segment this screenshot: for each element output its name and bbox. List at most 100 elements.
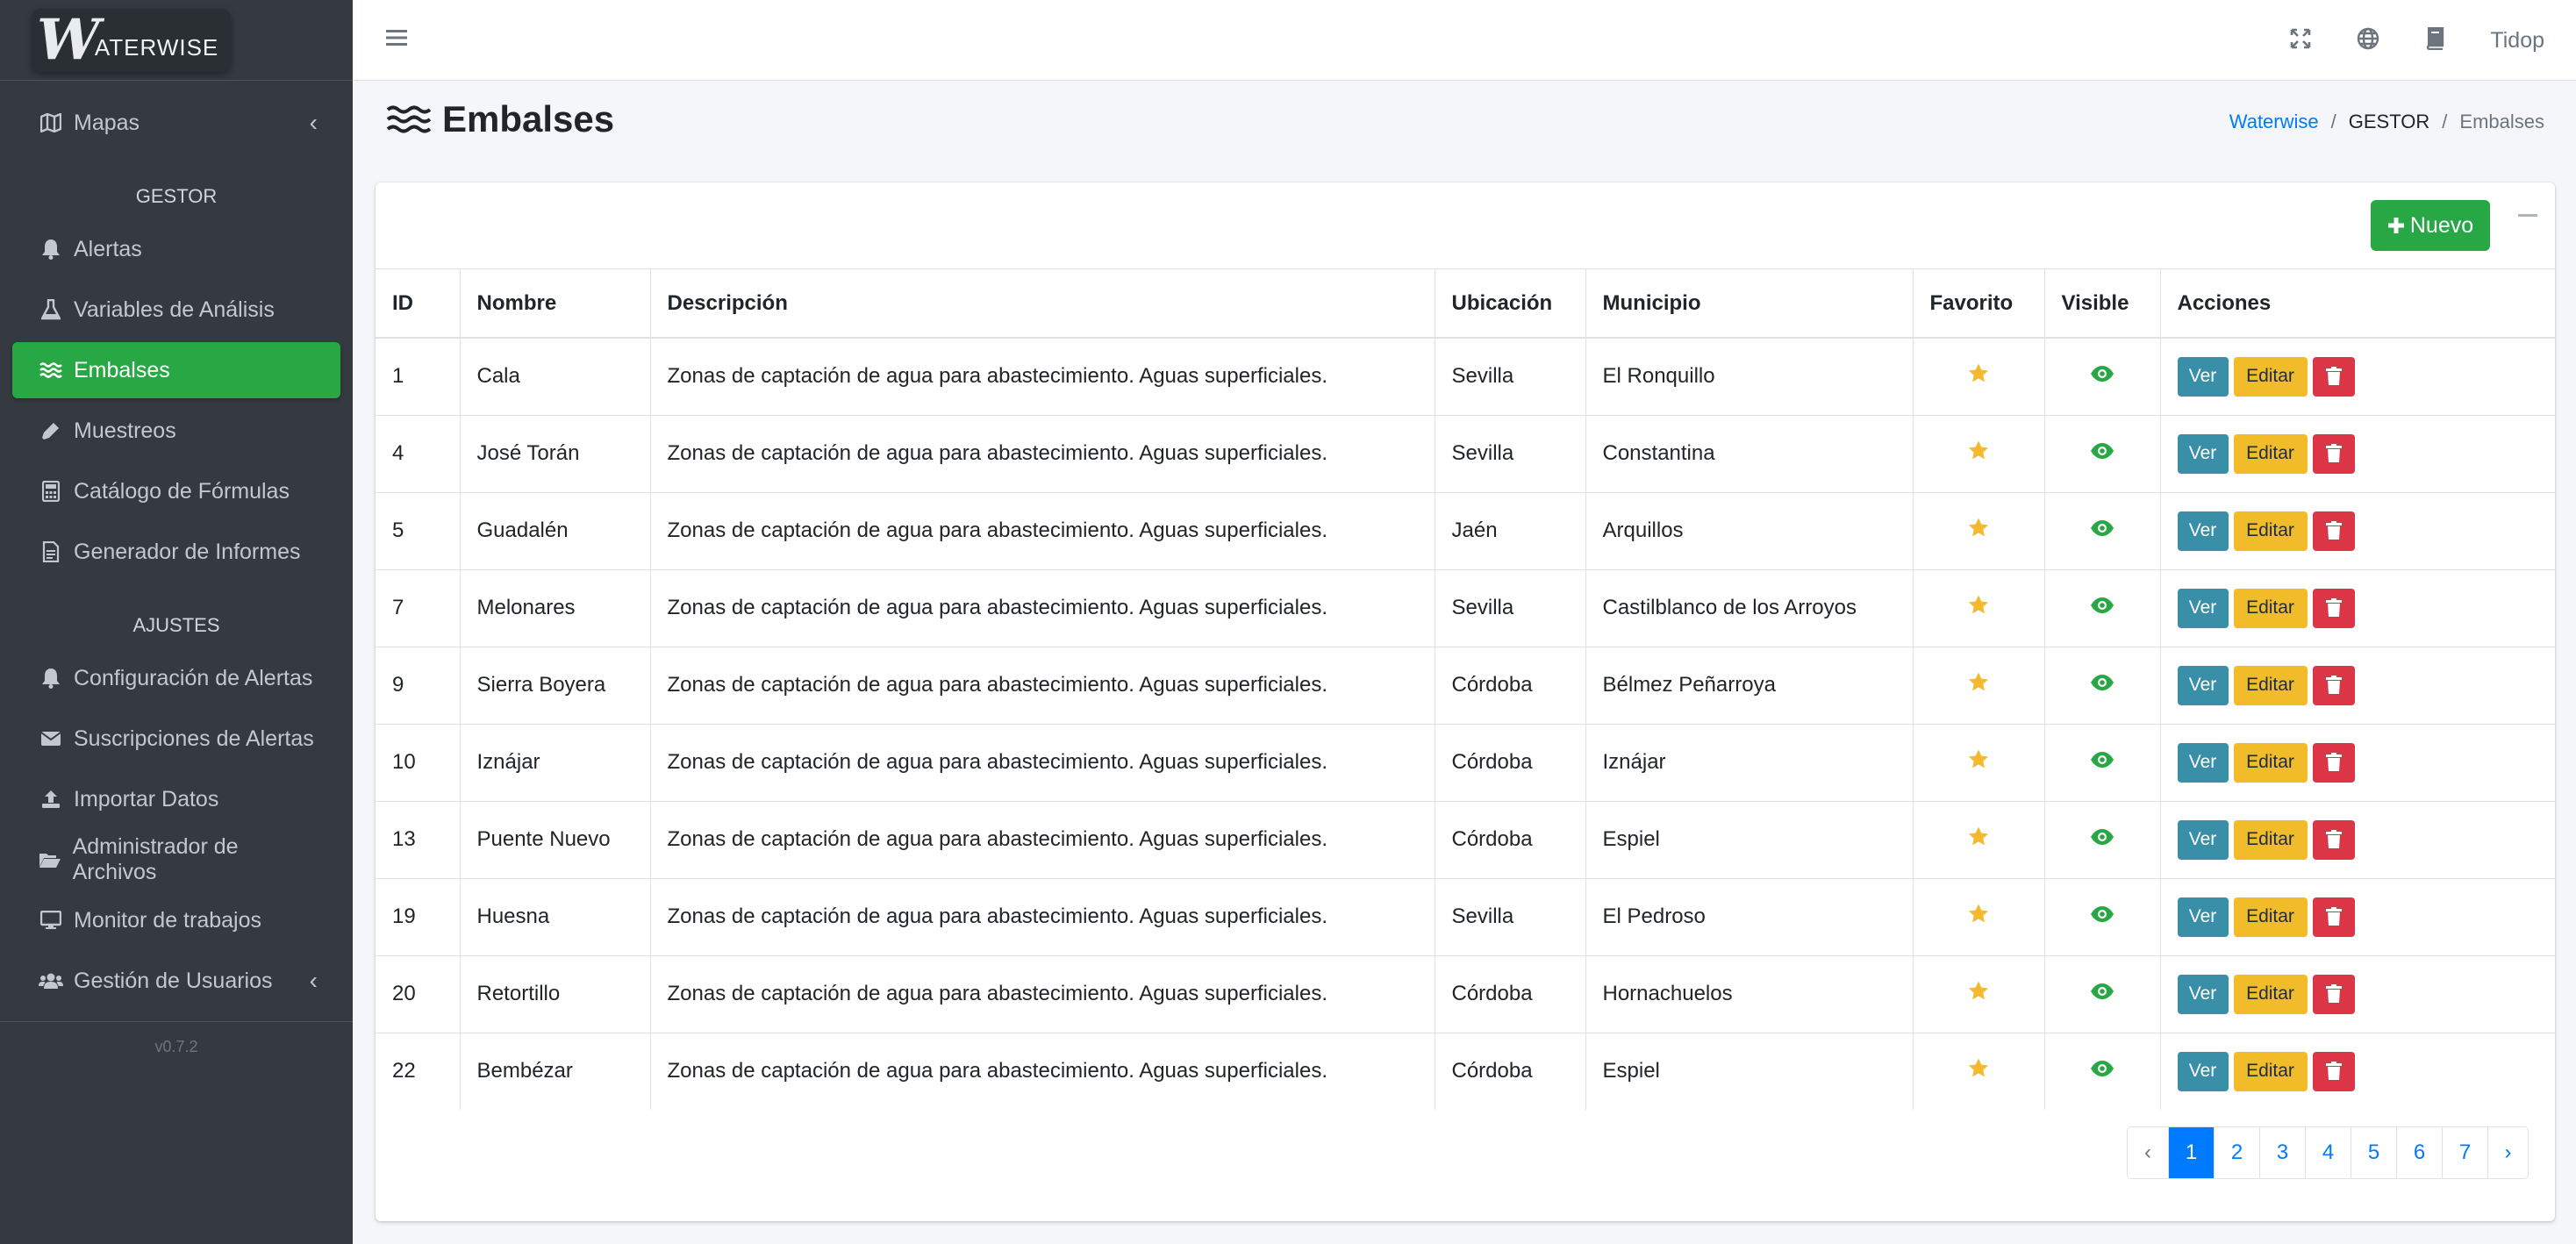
hamburger-menu-icon[interactable] xyxy=(386,29,409,51)
eye-icon[interactable] xyxy=(2090,596,2114,619)
sidebar-item-muestreos[interactable]: Muestreos xyxy=(12,403,340,459)
eye-icon[interactable] xyxy=(2090,982,2114,1005)
pagination-page-1[interactable]: 1 xyxy=(2168,1127,2214,1178)
eye-icon[interactable] xyxy=(2090,750,2114,774)
column-header-descripcion[interactable]: Descripción xyxy=(650,269,1435,339)
delete-button[interactable] xyxy=(2312,819,2355,860)
delete-button[interactable] xyxy=(2312,433,2355,474)
view-button[interactable]: Ver xyxy=(2177,1051,2229,1091)
edit-button[interactable]: Editar xyxy=(2233,742,2308,783)
cell-favorito xyxy=(1913,723,2045,801)
embalses-card: Nuevo ID Nombre Descripción Ubicación Mu… xyxy=(376,182,2555,1221)
edit-button[interactable]: Editar xyxy=(2233,511,2308,551)
globe-icon[interactable] xyxy=(2357,27,2379,54)
delete-button[interactable] xyxy=(2312,356,2355,397)
sidebar: W ATERWISE Mapas ‹ GESTOR Alertas Variabl… xyxy=(0,0,353,1244)
delete-button[interactable] xyxy=(2312,974,2355,1014)
delete-button[interactable] xyxy=(2312,665,2355,705)
star-icon[interactable] xyxy=(1967,981,1990,1008)
delete-button[interactable] xyxy=(2312,588,2355,628)
sidebar-item-variables-de-analisis[interactable]: Variables de Análisis xyxy=(12,282,340,338)
edit-button[interactable]: Editar xyxy=(2233,356,2308,397)
edit-button[interactable]: Editar xyxy=(2233,1051,2308,1091)
row-actions: Ver Editar xyxy=(2177,974,2539,1014)
view-button[interactable]: Ver xyxy=(2177,511,2229,551)
sidebar-item-embalses[interactable]: Embalses xyxy=(12,342,340,398)
sidebar-item-label: Variables de Análisis xyxy=(74,297,275,322)
edit-button[interactable]: Editar xyxy=(2233,819,2308,860)
eye-icon[interactable] xyxy=(2090,673,2114,697)
view-button[interactable]: Ver xyxy=(2177,897,2229,937)
column-header-municipio[interactable]: Municipio xyxy=(1585,269,1914,339)
pagination: ‹ 1 2 3 4 5 6 7 › xyxy=(2127,1126,2529,1179)
eye-icon[interactable] xyxy=(2090,518,2114,542)
ajustes-menu: Configuración de Alertas Suscripciones de… xyxy=(0,650,353,1009)
sidebar-item-gestion-de-usuarios[interactable]: Gestión de Usuarios ‹ xyxy=(12,953,340,1009)
delete-button[interactable] xyxy=(2312,1051,2355,1091)
star-icon[interactable] xyxy=(1967,518,1990,545)
edit-button[interactable]: Editar xyxy=(2233,665,2308,705)
sidebar-item-generador-de-informes[interactable]: Generador de Informes xyxy=(12,524,340,580)
star-icon[interactable] xyxy=(1967,440,1990,468)
cell-acciones: Ver Editar xyxy=(2160,954,2555,1033)
edit-button[interactable]: Editar xyxy=(2233,897,2308,937)
sidebar-item-mapas[interactable]: Mapas ‹ xyxy=(12,95,340,151)
view-button[interactable]: Ver xyxy=(2177,742,2229,783)
delete-button[interactable] xyxy=(2312,897,2355,937)
pagination-page-2[interactable]: 2 xyxy=(2214,1127,2259,1178)
star-icon[interactable] xyxy=(1967,672,1990,699)
sidebar-item-alertas[interactable]: Alertas xyxy=(12,221,340,277)
edit-button[interactable]: Editar xyxy=(2233,588,2308,628)
eye-icon[interactable] xyxy=(2090,364,2114,388)
eye-icon[interactable] xyxy=(2090,827,2114,851)
star-icon[interactable] xyxy=(1967,595,1990,622)
edit-button[interactable]: Editar xyxy=(2233,433,2308,474)
view-button[interactable]: Ver xyxy=(2177,665,2229,705)
new-button[interactable]: Nuevo xyxy=(2371,200,2490,251)
pagination-page-7[interactable]: 7 xyxy=(2442,1127,2487,1178)
row-actions: Ver Editar xyxy=(2177,742,2539,783)
delete-button[interactable] xyxy=(2312,511,2355,551)
star-icon[interactable] xyxy=(1967,904,1990,931)
fullscreen-icon[interactable] xyxy=(2290,28,2311,54)
collapse-card-button[interactable] xyxy=(2518,214,2537,217)
eye-icon[interactable] xyxy=(2090,904,2114,928)
column-header-visible[interactable]: Visible xyxy=(2044,269,2161,339)
sidebar-item-importar-datos[interactable]: Importar Datos xyxy=(12,771,340,827)
star-icon[interactable] xyxy=(1967,1058,1990,1085)
pagination-next[interactable]: › xyxy=(2487,1127,2528,1178)
view-button[interactable]: Ver xyxy=(2177,356,2229,397)
sidebar-item-suscripciones-de-alertas[interactable]: Suscripciones de Alertas xyxy=(12,711,340,767)
view-button[interactable]: Ver xyxy=(2177,819,2229,860)
view-button[interactable]: Ver xyxy=(2177,974,2229,1014)
column-header-nombre[interactable]: Nombre xyxy=(460,269,651,339)
pagination-page-3[interactable]: 3 xyxy=(2259,1127,2305,1178)
book-icon[interactable] xyxy=(2425,26,2444,54)
column-header-favorito[interactable]: Favorito xyxy=(1913,269,2045,339)
pagination-page-5[interactable]: 5 xyxy=(2351,1127,2396,1178)
sidebar-item-monitor-de-trabajos[interactable]: Monitor de trabajos xyxy=(12,892,340,948)
pagination-page-6[interactable]: 6 xyxy=(2396,1127,2442,1178)
eye-icon[interactable] xyxy=(2090,1059,2114,1083)
delete-button[interactable] xyxy=(2312,742,2355,783)
star-icon[interactable] xyxy=(1967,363,1990,390)
edit-button[interactable]: Editar xyxy=(2233,974,2308,1014)
star-icon[interactable] xyxy=(1967,749,1990,776)
cell-acciones: Ver Editar xyxy=(2160,1032,2555,1110)
column-header-id[interactable]: ID xyxy=(376,269,461,339)
brand[interactable]: W ATERWISE xyxy=(0,0,353,81)
trash-icon xyxy=(2325,521,2342,540)
sidebar-item-catalogo-de-formulas[interactable]: Catálogo de Fórmulas xyxy=(12,463,340,519)
pagination-prev[interactable]: ‹ xyxy=(2128,1127,2168,1178)
view-button[interactable]: Ver xyxy=(2177,433,2229,474)
star-icon[interactable] xyxy=(1967,826,1990,854)
breadcrumb-home[interactable]: Waterwise xyxy=(2229,111,2319,133)
eye-icon[interactable] xyxy=(2090,441,2114,465)
view-button[interactable]: Ver xyxy=(2177,588,2229,628)
sidebar-item-configuracion-de-alertas[interactable]: Configuración de Alertas xyxy=(12,650,340,706)
user-menu[interactable]: Tidop xyxy=(2490,28,2544,54)
pagination-page-4[interactable]: 4 xyxy=(2305,1127,2351,1178)
table-row: 22 Bembézar Zonas de captación de agua par… xyxy=(376,1032,2555,1110)
sidebar-item-administrador-de-archivos[interactable]: Administrador de Archivos xyxy=(12,832,340,888)
column-header-ubicacion[interactable]: Ubicación xyxy=(1435,269,1586,339)
